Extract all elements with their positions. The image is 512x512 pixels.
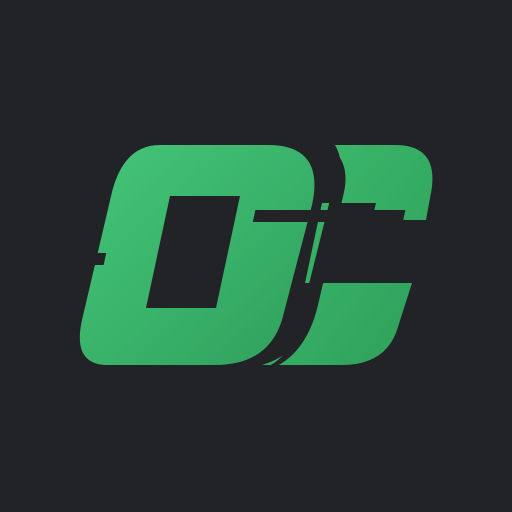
oc-monogram-logo-icon — [3, 140, 433, 372]
logo-cut-right — [252, 210, 406, 222]
app-icon-canvas — [0, 0, 512, 512]
logo-letter-o — [79, 145, 315, 365]
logo-cut-left — [3, 253, 107, 265]
